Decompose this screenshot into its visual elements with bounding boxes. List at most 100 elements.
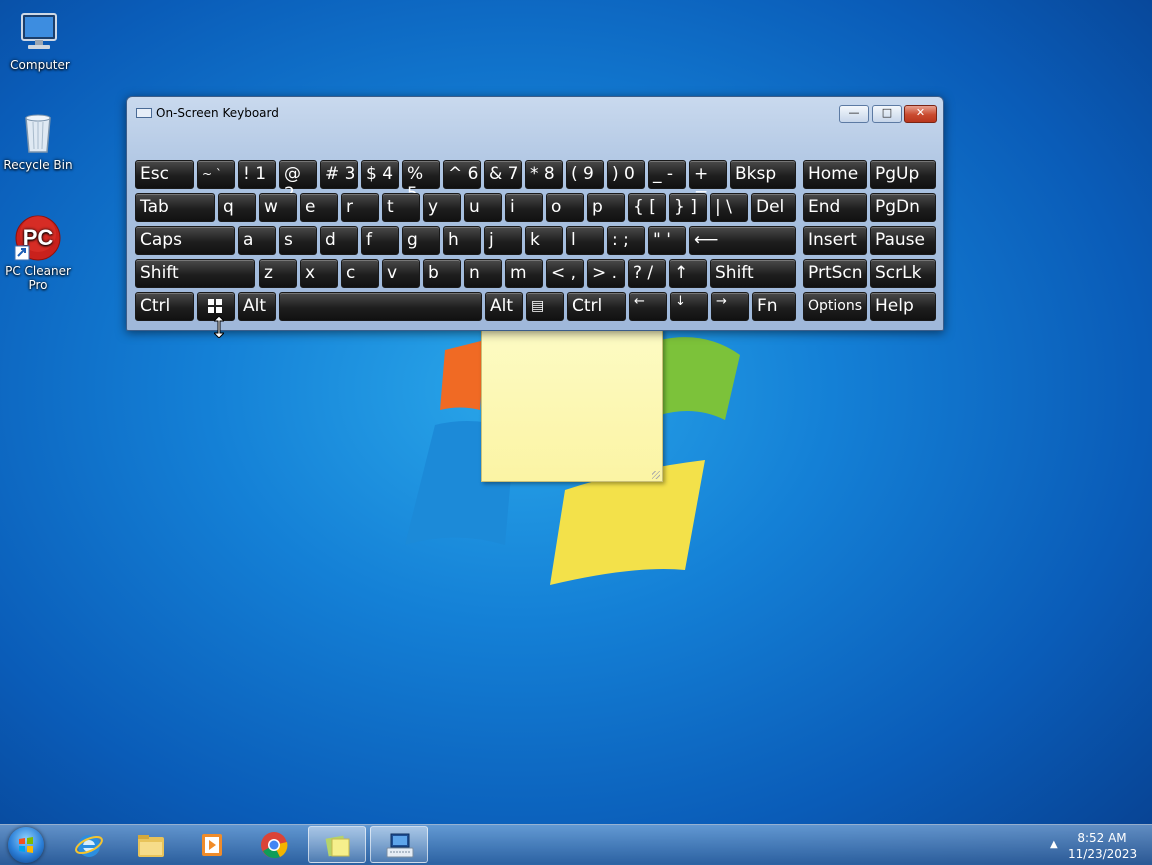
maximize-button[interactable]: □ bbox=[872, 105, 902, 123]
key-enter[interactable]: ⟵ bbox=[689, 226, 796, 255]
key-k[interactable]: k bbox=[525, 226, 563, 255]
key-b[interactable]: b bbox=[423, 259, 461, 288]
key-m[interactable]: m bbox=[505, 259, 543, 288]
key-alt-right[interactable]: Alt bbox=[485, 292, 523, 321]
key-left-arrow[interactable]: ← bbox=[629, 292, 667, 321]
key-u[interactable]: u bbox=[464, 193, 502, 222]
key-n[interactable]: n bbox=[464, 259, 502, 288]
taskbar-media-button[interactable] bbox=[183, 826, 241, 863]
key-h[interactable]: h bbox=[443, 226, 481, 255]
key-6[interactable]: ^ 6 bbox=[443, 160, 481, 189]
clock-time: 8:52 AM bbox=[1077, 831, 1127, 845]
key-a[interactable]: a bbox=[238, 226, 276, 255]
key-ctrl-left[interactable]: Ctrl bbox=[135, 292, 194, 321]
resize-grip[interactable] bbox=[652, 471, 660, 479]
taskbar-ie-button[interactable] bbox=[60, 826, 118, 863]
key-up[interactable]: ↑ bbox=[669, 259, 707, 288]
media-player-icon bbox=[197, 830, 227, 860]
taskbar-osk-button[interactable] bbox=[370, 826, 428, 863]
key-menu[interactable]: ▤ bbox=[526, 292, 564, 321]
key-d[interactable]: d bbox=[320, 226, 358, 255]
key-left-bracket[interactable]: { [ bbox=[628, 193, 666, 222]
key-down-arrow[interactable]: ↓ bbox=[670, 292, 708, 321]
key-caps[interactable]: Caps bbox=[135, 226, 235, 255]
sticky-note[interactable] bbox=[481, 328, 663, 482]
key-shift-right[interactable]: Shift bbox=[710, 259, 796, 288]
key-f[interactable]: f bbox=[361, 226, 399, 255]
key-tab[interactable]: Tab bbox=[135, 193, 215, 222]
key-scrlk[interactable]: ScrLk bbox=[870, 259, 936, 288]
key-8[interactable]: * 8 bbox=[525, 160, 563, 189]
key-y[interactable]: y bbox=[423, 193, 461, 222]
key-right-arrow[interactable]: → bbox=[711, 292, 749, 321]
taskbar-explorer-button[interactable] bbox=[122, 826, 180, 863]
key-g[interactable]: g bbox=[402, 226, 440, 255]
desktop-icon-computer[interactable]: Computer bbox=[0, 8, 80, 72]
key-pause[interactable]: Pause bbox=[870, 226, 936, 255]
key-end[interactable]: End bbox=[803, 193, 867, 222]
key-esc[interactable]: Esc bbox=[135, 160, 194, 189]
key-fn[interactable]: Fn bbox=[752, 292, 796, 321]
key-pgdn[interactable]: PgDn bbox=[870, 193, 936, 222]
key-comma[interactable]: < , bbox=[546, 259, 584, 288]
key-minus[interactable]: _ - bbox=[648, 160, 686, 189]
key-7[interactable]: & 7 bbox=[484, 160, 522, 189]
key-del[interactable]: Del bbox=[751, 193, 796, 222]
key-t[interactable]: t bbox=[382, 193, 420, 222]
options-button[interactable]: Options bbox=[803, 292, 867, 321]
key-quote[interactable]: " ' bbox=[648, 226, 686, 255]
key-backslash[interactable]: | \ bbox=[710, 193, 748, 222]
help-button[interactable]: Help bbox=[870, 292, 936, 321]
keyboard-icon bbox=[136, 108, 152, 118]
key-v[interactable]: v bbox=[382, 259, 420, 288]
key-z[interactable]: z bbox=[259, 259, 297, 288]
close-button[interactable]: ✕ bbox=[904, 105, 937, 123]
key-pgup[interactable]: PgUp bbox=[870, 160, 936, 189]
key-r[interactable]: r bbox=[341, 193, 379, 222]
key-5[interactable]: % 5 bbox=[402, 160, 440, 204]
key-e[interactable]: e bbox=[300, 193, 338, 222]
key-semicolon[interactable]: : ; bbox=[607, 226, 645, 255]
start-button[interactable] bbox=[8, 827, 44, 863]
desktop-icon-label: Recycle Bin bbox=[3, 158, 73, 172]
key-1[interactable]: ! 1 bbox=[238, 160, 276, 189]
system-clock[interactable]: 8:52 AM 11/23/2023 bbox=[1068, 830, 1137, 862]
key-3[interactable]: # 3 bbox=[320, 160, 358, 189]
key-l[interactable]: l bbox=[566, 226, 604, 255]
key-alt-left[interactable]: Alt bbox=[238, 292, 276, 321]
key-space[interactable] bbox=[279, 292, 482, 321]
key-prtscn[interactable]: PrtScn bbox=[803, 259, 867, 288]
key-0[interactable]: ) 0 bbox=[607, 160, 645, 189]
key-shift-left[interactable]: Shift bbox=[135, 259, 255, 288]
key-period[interactable]: > . bbox=[587, 259, 625, 288]
title-bar[interactable]: On-Screen Keyboard — □ ✕ bbox=[127, 97, 943, 127]
desktop-icon-recycle-bin[interactable]: Recycle Bin bbox=[0, 108, 78, 172]
show-hidden-icons-button[interactable]: ▲ bbox=[1050, 839, 1058, 850]
key-equals[interactable]: + = bbox=[689, 160, 727, 204]
key-c[interactable]: c bbox=[341, 259, 379, 288]
desktop-icon-label: PC Cleaner Pro bbox=[5, 264, 71, 292]
key-w[interactable]: w bbox=[259, 193, 297, 222]
key-x[interactable]: x bbox=[300, 259, 338, 288]
key-slash[interactable]: ? / bbox=[628, 259, 666, 288]
key-2[interactable]: @ 2 bbox=[279, 160, 317, 204]
on-screen-keyboard-icon bbox=[385, 831, 415, 861]
key-ctrl-right[interactable]: Ctrl bbox=[567, 292, 626, 321]
key-i[interactable]: i bbox=[505, 193, 543, 222]
key-o[interactable]: o bbox=[546, 193, 584, 222]
desktop-icon-pc-cleaner[interactable]: PC PC Cleaner Pro bbox=[0, 214, 78, 292]
key-9[interactable]: ( 9 bbox=[566, 160, 604, 189]
key-insert[interactable]: Insert bbox=[803, 226, 867, 255]
key-backspace[interactable]: Bksp bbox=[730, 160, 796, 189]
minimize-button[interactable]: — bbox=[839, 105, 869, 123]
taskbar-chrome-button[interactable] bbox=[245, 826, 303, 863]
key-right-bracket[interactable]: } ] bbox=[669, 193, 707, 222]
key-q[interactable]: q bbox=[218, 193, 256, 222]
key-home[interactable]: Home bbox=[803, 160, 867, 189]
key-4[interactable]: $ 4 bbox=[361, 160, 399, 189]
taskbar-sticky-notes-button[interactable] bbox=[308, 826, 366, 863]
key-p[interactable]: p bbox=[587, 193, 625, 222]
key-j[interactable]: j bbox=[484, 226, 522, 255]
key-s[interactable]: s bbox=[279, 226, 317, 255]
key-tilde[interactable]: ~ ` bbox=[197, 160, 235, 189]
